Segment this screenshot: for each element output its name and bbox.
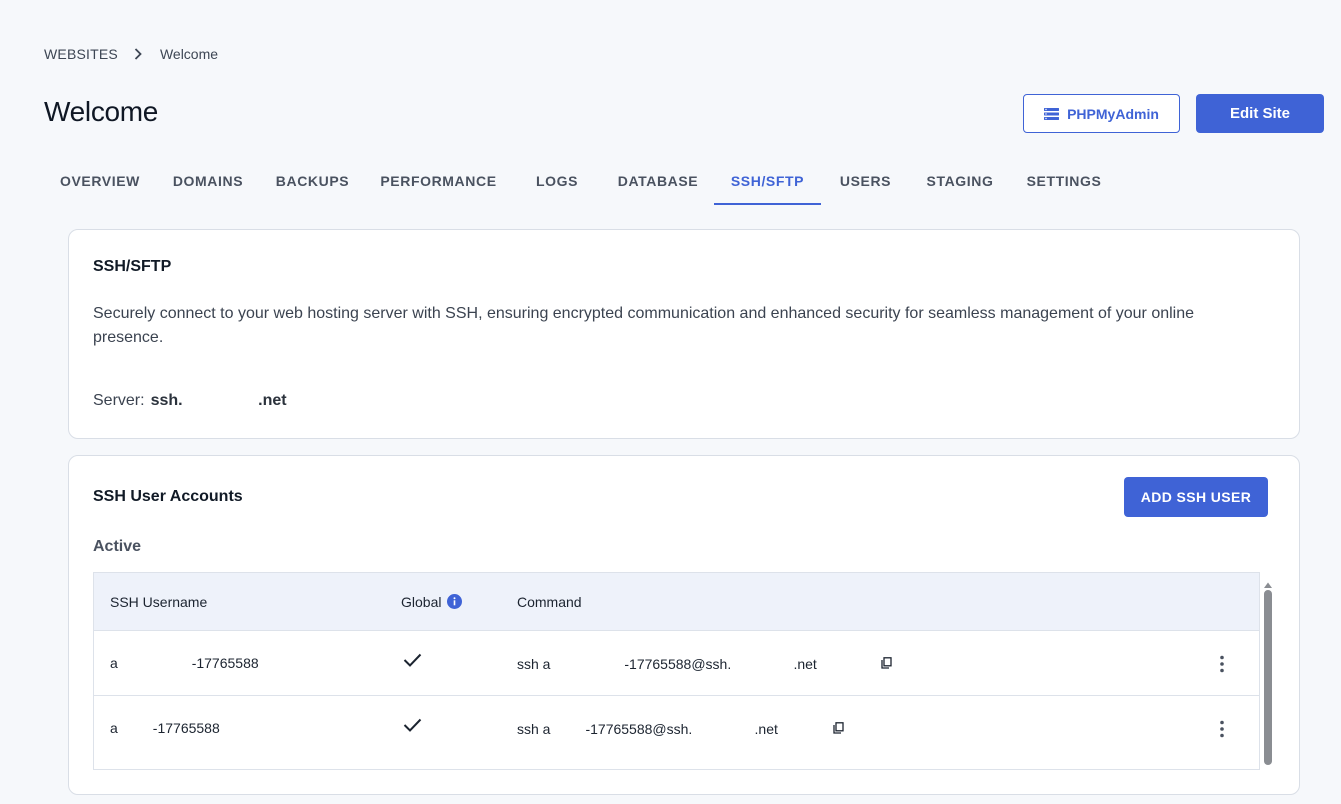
phpmyadmin-label: PHPMyAdmin <box>1067 105 1159 122</box>
username-cell: a -17765588 <box>110 720 220 736</box>
tab-ssh-sftp[interactable]: SSH/SFTP <box>714 160 821 205</box>
tab-database[interactable]: DATABASE <box>602 160 714 205</box>
tab-backups[interactable]: BACKUPS <box>260 160 365 205</box>
server-value: ssh. .net <box>150 392 287 409</box>
ssh-info-card: SSH/SFTP Securely connect to your web ho… <box>68 229 1300 439</box>
more-vertical-icon[interactable] <box>1219 655 1225 673</box>
ssh-card-title: SSH/SFTP <box>93 258 172 275</box>
breadcrumb: WEBSITES Welcome <box>44 46 218 62</box>
check-icon <box>403 653 422 667</box>
tab-staging[interactable]: STAGING <box>910 160 1010 205</box>
table-row: a -17765588 ssh a -17765588@ssh. .net <box>94 696 1259 761</box>
breadcrumb-websites-link[interactable]: WEBSITES <box>44 46 118 62</box>
column-header-global: Global <box>401 594 442 610</box>
ssh-users-table: SSH Username Global Command a -17765588 … <box>93 572 1260 770</box>
tab-settings[interactable]: SETTINGS <box>1010 160 1118 205</box>
username-cell: a -17765588 <box>110 655 259 671</box>
check-icon <box>403 718 422 732</box>
column-header-command: Command <box>517 594 582 610</box>
table-scrollbar[interactable] <box>1263 576 1273 766</box>
ssh-description: Securely connect to your web hosting ser… <box>93 305 1195 346</box>
edit-site-button[interactable]: Edit Site <box>1196 94 1324 133</box>
table-header: SSH Username Global Command <box>94 573 1259 631</box>
tab-domains[interactable]: DOMAINS <box>156 160 260 205</box>
accounts-card-title: SSH User Accounts <box>93 488 243 505</box>
tab-overview[interactable]: OVERVIEW <box>44 160 156 205</box>
server-info: Server: ssh. .net <box>93 392 287 410</box>
server-label: Server: <box>93 392 145 409</box>
scrollbar-thumb[interactable] <box>1264 590 1272 765</box>
info-icon[interactable] <box>447 594 462 609</box>
chevron-right-icon <box>134 48 142 60</box>
active-section-label: Active <box>93 538 142 555</box>
phpmyadmin-button[interactable]: PHPMyAdmin <box>1023 94 1180 133</box>
tab-logs[interactable]: LOGS <box>518 160 596 205</box>
table-row: a -17765588 ssh a -17765588@ssh. .net <box>94 631 1259 696</box>
breadcrumb-current: Welcome <box>159 46 219 62</box>
tab-performance[interactable]: PERFORMANCE <box>365 160 512 205</box>
ssh-accounts-card: SSH User Accounts ADD SSH USER Active SS… <box>68 455 1300 795</box>
copy-icon[interactable] <box>833 722 844 734</box>
column-header-username: SSH Username <box>110 594 208 610</box>
tab-users[interactable]: USERS <box>821 160 910 205</box>
copy-icon[interactable] <box>881 657 892 669</box>
command-cell: ssh a -17765588@ssh. .net <box>517 721 778 737</box>
more-vertical-icon[interactable] <box>1219 720 1225 738</box>
page-title: Welcome <box>44 96 159 127</box>
add-ssh-user-button[interactable]: ADD SSH USER <box>1124 477 1268 517</box>
command-cell: ssh a -17765588@ssh. .net <box>517 656 817 672</box>
database-icon <box>1044 107 1060 120</box>
